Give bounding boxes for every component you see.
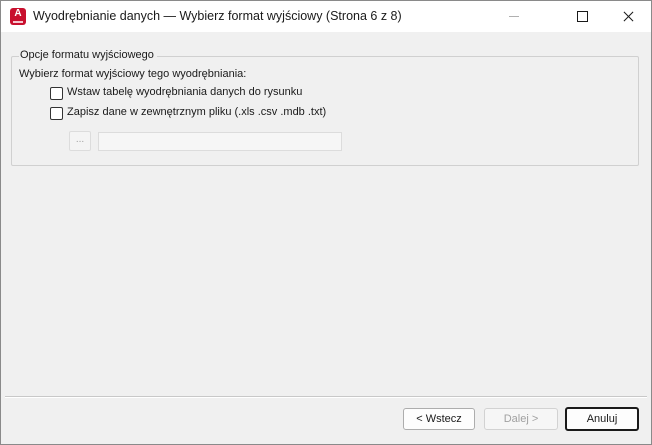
button-separator bbox=[5, 396, 647, 398]
browse-button[interactable]: ... bbox=[69, 131, 91, 151]
close-icon[interactable] bbox=[605, 1, 651, 32]
app-icon-letter: A bbox=[14, 8, 22, 19]
next-button[interactable]: Dalej > bbox=[484, 408, 558, 430]
insert-table-label[interactable]: Wstaw tabelę wyodrębniania danych do rys… bbox=[67, 86, 302, 98]
dialog-window: A Wyodrębnianie danych — Wybierz format … bbox=[0, 0, 652, 445]
save-external-checkbox[interactable] bbox=[50, 107, 63, 120]
save-external-label[interactable]: Zapisz dane w zewnętrznym pliku (.xls .c… bbox=[67, 106, 326, 118]
insert-table-checkbox[interactable] bbox=[50, 87, 63, 100]
format-prompt: Wybierz format wyjściowy tego wyodrębnia… bbox=[19, 68, 247, 80]
window-title: Wyodrębnianie danych — Wybierz format wy… bbox=[33, 9, 402, 23]
cancel-button[interactable]: Anuluj bbox=[565, 407, 639, 431]
back-button[interactable]: < Wstecz bbox=[403, 408, 475, 430]
file-path-field[interactable] bbox=[98, 132, 342, 151]
maximize-icon[interactable] bbox=[559, 1, 605, 32]
title-bar: A Wyodrębnianie danych — Wybierz format … bbox=[1, 1, 651, 32]
autocad-app-icon: A bbox=[10, 8, 26, 25]
group-legend: Opcje formatu wyjściowego bbox=[19, 49, 157, 61]
minimize-icon[interactable] bbox=[491, 1, 537, 32]
